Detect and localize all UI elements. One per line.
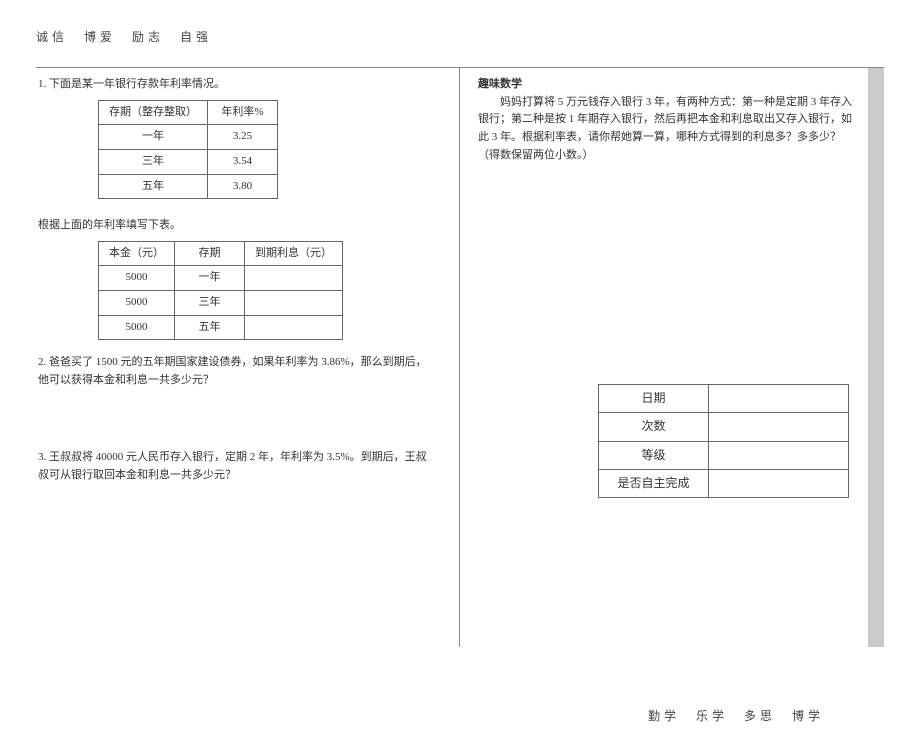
fun-math-body: 妈妈打算将 5 万元钱存入银行 3 年，有两种方式：第一种是定期 3 年存入银行… [478, 94, 860, 164]
table-row: 等级 [599, 441, 849, 469]
record-label-self: 是否自主完成 [599, 469, 709, 497]
content-columns: 1. 下面是某一年银行存款年利率情况。 存期（整存整取） 年利率% 一年 3.2… [36, 67, 884, 646]
table-row: 5000 五年 [99, 315, 343, 340]
record-label-date: 日期 [599, 385, 709, 413]
header-slogan: 诚信 博爱 励志 自强 [36, 28, 884, 47]
table-row: 三年 3.54 [99, 149, 278, 174]
cell-term: 五年 [99, 174, 208, 199]
table-row: 存期（整存整取） 年利率% [99, 100, 278, 125]
cell-principal: 5000 [99, 290, 175, 315]
record-value-date[interactable] [709, 385, 849, 413]
q2-text: 2. 爸爸买了 1500 元的五年期国家建设债券，如果年利率为 3.86%，那么… [38, 356, 427, 386]
rate-tbl-head-rate: 年利率% [208, 100, 278, 125]
table-row: 是否自主完成 [599, 469, 849, 497]
cell-interest[interactable] [245, 266, 343, 291]
cell-term: 一年 [99, 125, 208, 150]
q3-text: 3. 王叔叔将 40000 元人民币存入银行，定期 2 年，年利率为 3.5%。… [38, 451, 427, 481]
record-label-grade: 等级 [599, 441, 709, 469]
cell-rate: 3.80 [208, 174, 278, 199]
right-column: 趣味数学 妈妈打算将 5 万元钱存入银行 3 年，有两种方式：第一种是定期 3 … [460, 68, 884, 646]
q1-subtext: 根据上面的年利率填写下表。 [38, 217, 435, 235]
record-value-count[interactable] [709, 413, 849, 441]
fill-tbl-head-term: 存期 [175, 241, 245, 266]
fill-table: 本金（元） 存期 到期利息（元） 5000 一年 5000 三年 [98, 241, 343, 340]
table-row: 5000 一年 [99, 266, 343, 291]
cell-term: 三年 [99, 149, 208, 174]
column-right-edge [868, 68, 884, 646]
cell-principal: 5000 [99, 266, 175, 291]
table-row: 一年 3.25 [99, 125, 278, 150]
table-row: 本金（元） 存期 到期利息（元） [99, 241, 343, 266]
rate-table: 存期（整存整取） 年利率% 一年 3.25 三年 3.54 五年 [98, 100, 278, 199]
fill-tbl-head-interest: 到期利息（元） [245, 241, 343, 266]
cell-term: 一年 [175, 266, 245, 291]
cell-rate: 3.54 [208, 149, 278, 174]
record-value-self[interactable] [709, 469, 849, 497]
left-column: 1. 下面是某一年银行存款年利率情况。 存期（整存整取） 年利率% 一年 3.2… [36, 68, 460, 646]
cell-term: 三年 [175, 290, 245, 315]
cell-term: 五年 [175, 315, 245, 340]
fun-math-title: 趣味数学 [478, 78, 522, 90]
table-row: 5000 三年 [99, 290, 343, 315]
cell-interest[interactable] [245, 290, 343, 315]
cell-interest[interactable] [245, 315, 343, 340]
footer-slogan: 勤学 乐学 多思 博学 [36, 707, 884, 726]
question-2: 2. 爸爸买了 1500 元的五年期国家建设债券，如果年利率为 3.86%，那么… [38, 354, 435, 389]
question-1: 1. 下面是某一年银行存款年利率情况。 存期（整存整取） 年利率% 一年 3.2… [38, 76, 435, 340]
fun-math-block: 趣味数学 妈妈打算将 5 万元钱存入银行 3 年，有两种方式：第一种是定期 3 … [478, 76, 882, 164]
fill-tbl-head-principal: 本金（元） [99, 241, 175, 266]
cell-principal: 5000 [99, 315, 175, 340]
record-label-count: 次数 [599, 413, 709, 441]
question-3: 3. 王叔叔将 40000 元人民币存入银行，定期 2 年，年利率为 3.5%。… [38, 449, 435, 484]
cell-rate: 3.25 [208, 125, 278, 150]
record-value-grade[interactable] [709, 441, 849, 469]
rate-tbl-head-term: 存期（整存整取） [99, 100, 208, 125]
record-table: 日期 次数 等级 是否自主完成 [598, 384, 849, 498]
table-row: 日期 [599, 385, 849, 413]
table-row: 次数 [599, 413, 849, 441]
table-row: 五年 3.80 [99, 174, 278, 199]
q1-title: 1. 下面是某一年银行存款年利率情况。 [38, 78, 225, 90]
